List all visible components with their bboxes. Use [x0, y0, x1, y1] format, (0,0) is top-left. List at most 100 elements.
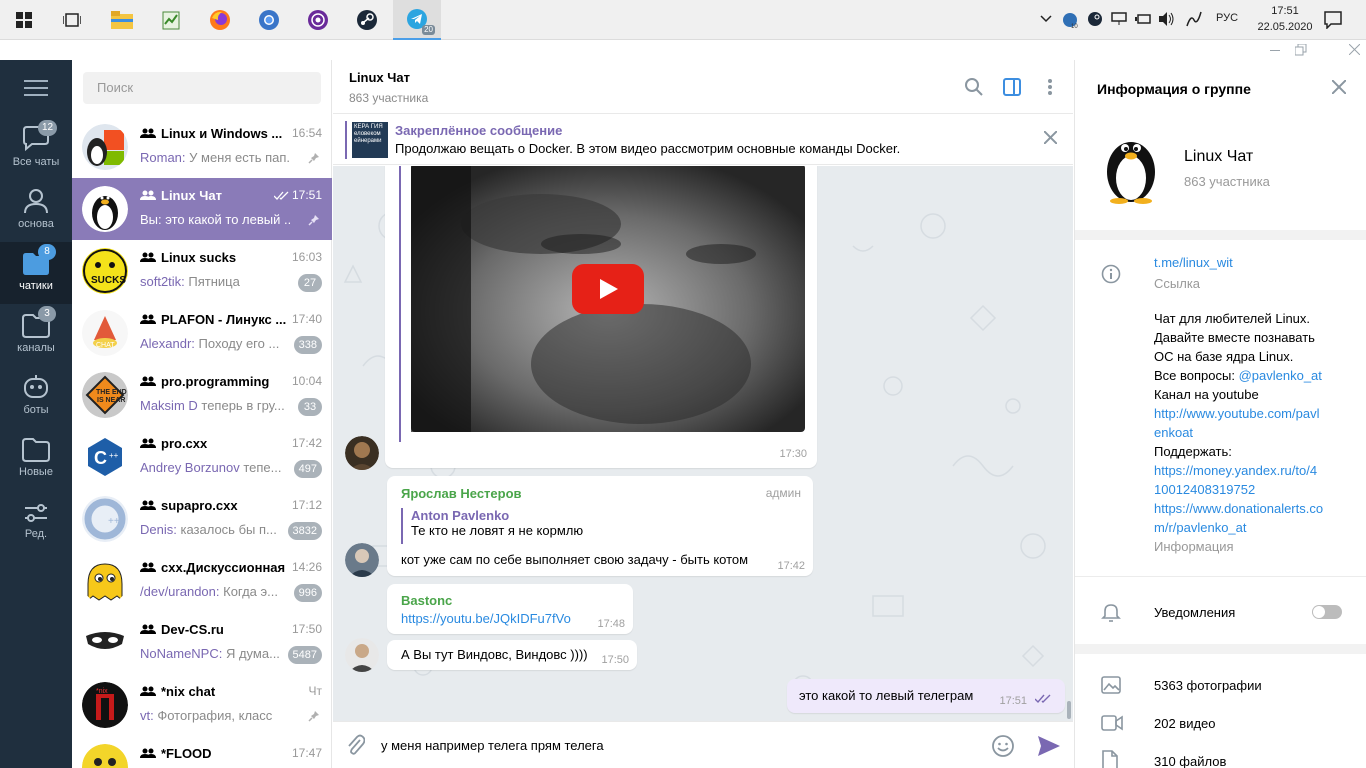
chat-name-text: PLAFON - Линукс ...: [161, 312, 287, 327]
chat-header[interactable]: Linux Чат 863 участника: [333, 60, 1073, 114]
description-link[interactable]: enkoat: [1154, 423, 1344, 442]
folder-edit[interactable]: Ред.: [0, 490, 72, 552]
close-info-icon[interactable]: [1332, 80, 1346, 94]
windows-start-button[interactable]: [0, 0, 48, 40]
outgoing-message-bubble[interactable]: это какой то левый телеграм 17:51: [787, 679, 1065, 713]
folder-icon: [111, 11, 133, 29]
chat-name-text: supapro.cxx: [161, 498, 238, 513]
video-message-bubble[interactable]: 17:30: [385, 166, 817, 468]
hamburger-menu-icon[interactable]: [24, 80, 48, 101]
avatar[interactable]: [345, 638, 379, 672]
folder-outline-icon: [22, 438, 50, 462]
sidebar-toggle-icon[interactable]: [1003, 78, 1021, 96]
close-pinned-icon[interactable]: [1044, 131, 1057, 144]
more-vertical-icon[interactable]: [1047, 78, 1053, 96]
chat-title[interactable]: Linux Чат: [349, 70, 410, 85]
battery-tray-icon[interactable]: [1135, 12, 1153, 26]
chat-row[interactable]: *nix *nix chat Чт vt: Фотография, класс: [72, 674, 332, 736]
update-tray-icon[interactable]: 10: [1063, 11, 1079, 29]
media-videos-link[interactable]: 202 видео: [1154, 716, 1216, 731]
scrollbar-thumb[interactable]: [1067, 701, 1071, 719]
chat-row[interactable]: SUCKS Linux sucks 16:03 soft2tik: Пятниц…: [72, 240, 332, 302]
description-mention-link[interactable]: @pavlenko_at: [1239, 368, 1322, 383]
close-window-icon[interactable]: [1349, 44, 1360, 55]
info-circle-icon: [1101, 264, 1121, 284]
chat-row[interactable]: ++ supapro.cxx 17:12 Denis: казалось бы …: [72, 488, 332, 550]
preview-text: Когда э...: [219, 584, 278, 599]
message-bubble[interactable]: Bastonc https://youtu.be/JQkIDFu7fVo 17:…: [387, 584, 633, 634]
pinned-message-bar[interactable]: КЕРА ГИЯ еловеком ейнерами Закреплённое …: [333, 115, 1073, 165]
description-link[interactable]: https://www.donationalerts.co: [1154, 499, 1344, 518]
network-tray-icon[interactable]: [1111, 12, 1127, 26]
attach-paperclip-icon[interactable]: [345, 734, 365, 756]
folder-all-chats[interactable]: 12 Все чаты: [0, 118, 72, 180]
unread-count-badge: 5487: [287, 646, 322, 664]
preview-text: теперь в гру...: [197, 398, 285, 413]
folder-chatiki[interactable]: 8 чатики: [0, 242, 72, 304]
avatar[interactable]: [345, 436, 379, 470]
folder-kanaly[interactable]: 3 каналы: [0, 304, 72, 366]
tor-browser-button[interactable]: [294, 0, 342, 40]
pen-tray-icon[interactable]: [1185, 10, 1203, 28]
clock-time: 17:51: [1271, 5, 1299, 17]
firefox-button[interactable]: [196, 0, 244, 40]
emoji-icon[interactable]: [991, 734, 1015, 758]
message-author[interactable]: Bastonc: [401, 593, 452, 608]
chat-row[interactable]: Dev-CS.ru 17:50 NoNameNPC: Я дума... 548…: [72, 612, 332, 674]
chromium-icon: [259, 10, 279, 30]
steam-tray-icon[interactable]: [1087, 11, 1103, 27]
folder-boty[interactable]: боты: [0, 366, 72, 428]
media-files-link[interactable]: 310 файлов: [1154, 754, 1226, 768]
chat-row[interactable]: THE END IS NEAR pro.programming 10:04 Mak…: [72, 364, 332, 426]
chat-name: Dev-CS.ru: [140, 622, 290, 637]
youtube-play-icon[interactable]: [572, 264, 644, 314]
steam-button[interactable]: [343, 0, 391, 40]
description-link[interactable]: https://money.yandex.ru/to/4: [1154, 461, 1344, 480]
windows-taskbar: 20 10 РУС 17:51 22.05.2020: [0, 0, 1366, 40]
message-link[interactable]: https://youtu.be/JQkIDFu7fVo: [401, 611, 571, 626]
avatar[interactable]: [345, 543, 379, 577]
folder-novye[interactable]: Новые: [0, 428, 72, 490]
minimize-window-icon[interactable]: [1270, 50, 1280, 52]
message-bubble[interactable]: А Вы тут Виндовс, Виндовс )))) 17:50: [387, 640, 637, 670]
task-view-button[interactable]: [48, 0, 96, 40]
svg-text:10: 10: [1071, 24, 1078, 29]
reply-quote[interactable]: Anton Pavlenko Те кто не ловят я не корм…: [401, 508, 701, 544]
chat-row[interactable]: C ++ pro.cxx 17:42 Andrey Borzunov тепе..…: [72, 426, 332, 488]
chat-row[interactable]: cxx.Дискуссионная 14:26 /dev/urandon: Ко…: [72, 550, 332, 612]
search-icon[interactable]: [965, 78, 983, 96]
message-bubble[interactable]: Ярослав Нестеров админ Anton Pavlenko Те…: [387, 476, 813, 576]
description-link[interactable]: 10012408319752: [1154, 480, 1344, 499]
telegram-taskbar-button[interactable]: 20: [393, 0, 441, 40]
group-avatar[interactable]: [1097, 130, 1165, 204]
chat-row-active[interactable]: Linux Чат 17:51 Вы: это какой то левый .…: [72, 178, 332, 240]
send-icon[interactable]: [1037, 735, 1061, 757]
notepad-app-button[interactable]: [147, 0, 195, 40]
input-language-indicator[interactable]: РУС: [1216, 12, 1238, 24]
notifications-toggle[interactable]: [1312, 605, 1342, 619]
group-members-count: 863 участника: [1184, 174, 1270, 189]
show-hidden-icons-chevron-icon[interactable]: [1040, 14, 1052, 24]
message-composer[interactable]: у меня например телега прям телега: [333, 721, 1073, 768]
description-link[interactable]: m/r/pavlenko_at: [1154, 518, 1344, 537]
description-link[interactable]: http://www.youtube.com/pavl: [1154, 404, 1344, 423]
chat-time: 14:26: [291, 560, 322, 574]
message-author[interactable]: Ярослав Нестеров: [401, 486, 522, 501]
folder-osnova[interactable]: основа: [0, 180, 72, 242]
media-photos-link[interactable]: 5363 фотографии: [1154, 678, 1262, 693]
chat-row[interactable]: CHAT PLAFON - Линукс ... 17:40 Alexandr:…: [72, 302, 332, 364]
volume-tray-icon[interactable]: [1158, 11, 1176, 27]
group-link[interactable]: t.me/linux_wit: [1154, 255, 1233, 270]
search-input[interactable]: Поиск: [83, 72, 321, 104]
file-explorer-button[interactable]: [98, 0, 146, 40]
chromium-button[interactable]: [245, 0, 293, 40]
restore-window-icon[interactable]: [1295, 44, 1307, 56]
chat-row[interactable]: Linux и Windows ... 16:54 Roman: У меня …: [72, 116, 332, 178]
preview-sender: Roman:: [140, 150, 186, 165]
message-history[interactable]: 17:30 Ярослав Нестеров админ Anton Pavle…: [333, 166, 1073, 721]
action-center-icon[interactable]: [1324, 11, 1342, 29]
taskbar-clock[interactable]: 17:51 22.05.2020: [1254, 3, 1316, 35]
avatar: [82, 186, 128, 232]
message-input[interactable]: у меня например телега прям телега: [381, 738, 604, 753]
chat-row[interactable]: *FLOOD 17:47: [72, 736, 332, 768]
